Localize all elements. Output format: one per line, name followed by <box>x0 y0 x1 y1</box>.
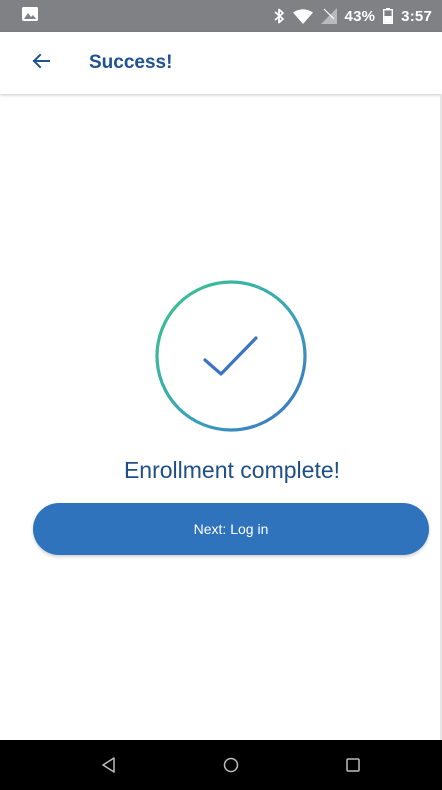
home-circle-icon[interactable] <box>220 754 242 776</box>
bluetooth-icon <box>273 8 285 24</box>
next-login-button[interactable]: Next: Log in <box>33 503 429 555</box>
recents-square-icon[interactable] <box>342 754 364 776</box>
battery-percent: 43% <box>344 7 376 25</box>
status-right: 43% 3:57 <box>273 8 432 25</box>
status-bar: 43% 3:57 <box>0 0 442 32</box>
page-title: Success! <box>89 52 173 73</box>
back-triangle-icon[interactable] <box>98 754 120 776</box>
app-bar: Success! <box>0 32 442 94</box>
enrollment-message: Enrollment complete! <box>123 457 341 483</box>
wifi-icon <box>292 8 313 24</box>
check-circle-icon <box>153 280 309 436</box>
arrow-left-icon <box>32 53 50 74</box>
screen: 43% 3:57 Success! Enrollment complete! N… <box>0 0 442 790</box>
status-time: 3:57 <box>401 7 432 25</box>
status-left <box>22 6 38 26</box>
battery-icon <box>383 8 394 24</box>
signal-icon <box>320 8 337 24</box>
image-notification-icon <box>22 6 38 26</box>
back-button[interactable] <box>26 48 56 78</box>
navigation-bar <box>0 740 442 790</box>
